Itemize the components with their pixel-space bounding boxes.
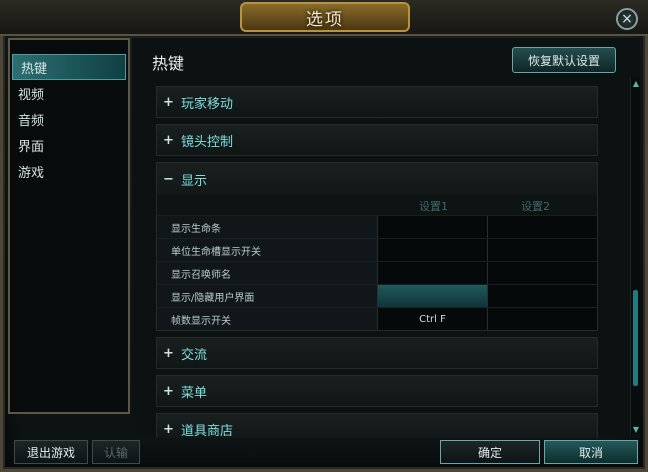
hotkey-slot-1[interactable] <box>377 239 487 261</box>
expand-icon: + <box>163 94 174 110</box>
hotkey-slot-1-selected[interactable] <box>377 285 487 307</box>
table-row: 显示召唤师名 <box>157 261 597 284</box>
category-item-shop[interactable]: + 道具商店 <box>156 413 598 438</box>
expand-icon: + <box>163 345 174 361</box>
hotkey-name: 显示/隐藏用户界面 <box>157 285 377 307</box>
content-header: 热键 恢复默认设置 <box>138 44 634 74</box>
category-camera[interactable]: + 镜头控制 <box>156 124 598 156</box>
category-menu[interactable]: + 菜单 <box>156 375 598 407</box>
category-player-move[interactable]: + 玩家移动 <box>156 86 598 118</box>
category-label: 道具商店 <box>181 423 234 439</box>
expand-icon: + <box>163 383 174 399</box>
surrender-button[interactable]: 认输 <box>92 440 140 464</box>
sidebar-item-audio[interactable]: 音频 <box>10 106 128 132</box>
expand-icon: + <box>163 421 174 437</box>
sidebar: 热键 视频 音频 界面 游戏 <box>8 38 130 414</box>
window-title: 选项 <box>240 2 410 32</box>
scroll-thumb[interactable] <box>633 290 638 386</box>
table-row: 显示生命条 <box>157 215 597 238</box>
sidebar-item-label: 游戏 <box>18 165 45 181</box>
hotkey-name: 显示生命条 <box>157 216 377 238</box>
hotkey-name: 单位生命槽显示开关 <box>157 239 377 261</box>
quit-game-button[interactable]: 退出游戏 <box>14 440 88 464</box>
table-row: 帧数显示开关 Ctrl F <box>157 307 597 330</box>
table-row: 单位生命槽显示开关 <box>157 238 597 261</box>
table-row: 显示/隐藏用户界面 <box>157 284 597 307</box>
sidebar-item-label: 视频 <box>18 87 45 103</box>
category-label: 玩家移动 <box>181 96 234 112</box>
hotkey-slot-2[interactable] <box>487 308 597 330</box>
category-display[interactable]: − 显示 <box>157 163 597 195</box>
hotkey-category-list: + 玩家移动 + 镜头控制 − 显示 设置1 设置2 显示生命条 单位生命槽显示… <box>156 86 598 438</box>
category-label: 菜单 <box>181 385 208 401</box>
title-bar: 选项 × <box>0 0 648 36</box>
sidebar-item-video[interactable]: 视频 <box>10 80 128 106</box>
column-setting-2: 设置2 <box>521 200 550 213</box>
sidebar-item-interface[interactable]: 界面 <box>10 132 128 158</box>
close-icon: × <box>621 11 633 27</box>
column-header: 设置1 设置2 <box>157 195 597 215</box>
hotkey-slot-1[interactable] <box>377 216 487 238</box>
content-panel: 热键 恢复默认设置 + 玩家移动 + 镜头控制 − 显示 设置1 设置2 显示生… <box>132 38 640 438</box>
sidebar-item-label: 热键 <box>21 61 48 77</box>
scroll-up-icon[interactable]: ▲ <box>631 78 641 88</box>
scroll-down-icon[interactable]: ▼ <box>631 424 641 434</box>
column-setting-1: 设置1 <box>419 200 448 213</box>
hotkey-slot-2[interactable] <box>487 262 597 284</box>
page-title: 热键 <box>152 54 185 73</box>
sidebar-item-hotkeys[interactable]: 热键 <box>12 54 126 80</box>
category-chat[interactable]: + 交流 <box>156 337 598 369</box>
hotkey-slot-1[interactable]: Ctrl F <box>377 308 487 330</box>
ok-button[interactable]: 确定 <box>440 440 540 464</box>
hotkey-slot-2[interactable] <box>487 239 597 261</box>
sidebar-item-game[interactable]: 游戏 <box>10 158 128 184</box>
cancel-button[interactable]: 取消 <box>544 440 638 464</box>
hotkey-slot-2[interactable] <box>487 285 597 307</box>
sidebar-item-label: 音频 <box>18 113 45 129</box>
category-label: 镜头控制 <box>181 134 234 150</box>
restore-defaults-button[interactable]: 恢复默认设置 <box>512 47 616 73</box>
scrollbar[interactable]: ▲ ▼ <box>630 78 640 434</box>
hotkey-slot-2[interactable] <box>487 216 597 238</box>
category-label: 交流 <box>181 347 208 363</box>
section-display: − 显示 设置1 设置2 显示生命条 单位生命槽显示开关 显示召唤师名 显示/隐… <box>156 162 598 331</box>
sidebar-item-label: 界面 <box>18 139 45 155</box>
hotkey-name: 帧数显示开关 <box>157 308 377 330</box>
hotkey-name: 显示召唤师名 <box>157 262 377 284</box>
hotkey-slot-1[interactable] <box>377 262 487 284</box>
close-button[interactable]: × <box>616 8 638 30</box>
collapse-icon: − <box>163 171 174 187</box>
expand-icon: + <box>163 132 174 148</box>
category-label: 显示 <box>181 173 208 189</box>
